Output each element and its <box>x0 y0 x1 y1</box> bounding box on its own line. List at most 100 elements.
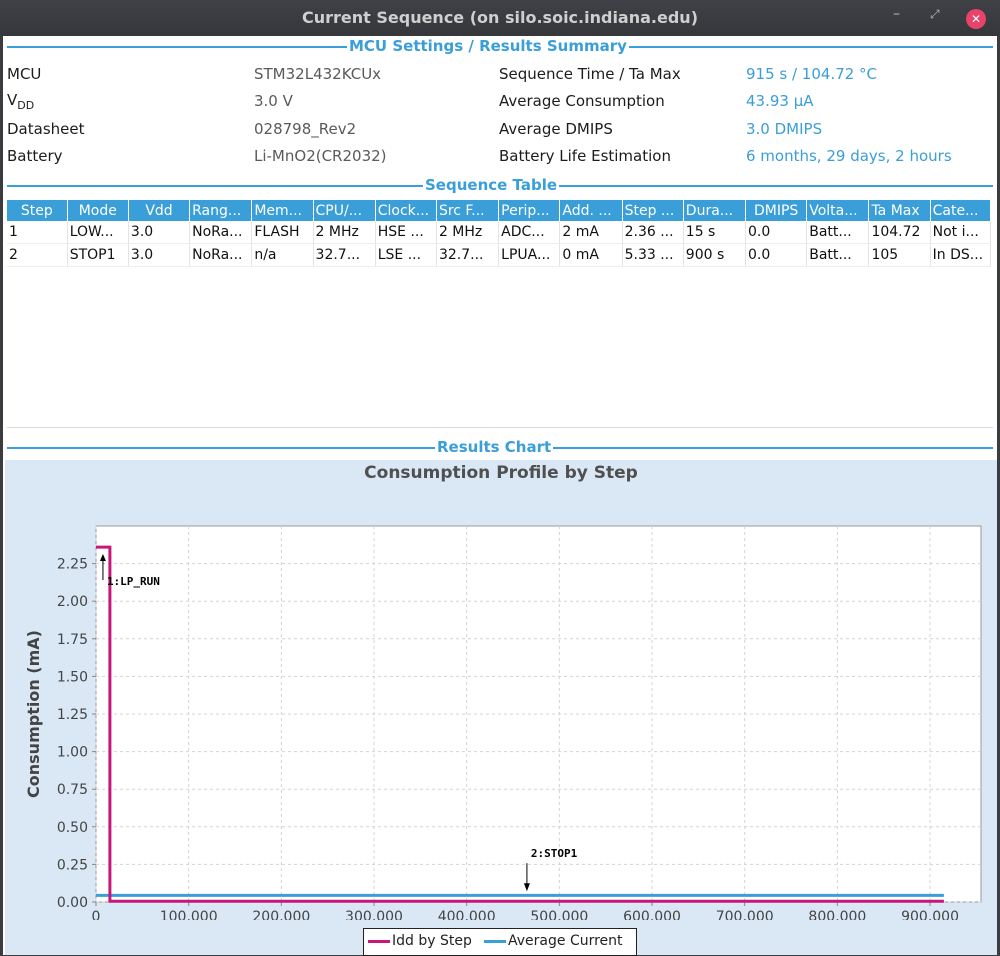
average-consumption-label: Average Consumption <box>499 92 665 110</box>
maximize-icon[interactable]: ⤢ <box>930 7 940 22</box>
x-tick-label: 400,000 <box>438 909 496 920</box>
column-header[interactable]: CPU/... <box>313 200 376 221</box>
close-icon[interactable]: ✕ <box>966 9 986 29</box>
average-dmips-value: 3.0 DMIPS <box>746 120 823 138</box>
y-tick-label: 0.50 <box>57 820 88 836</box>
table-cell[interactable]: 2 mA <box>559 221 623 244</box>
column-header[interactable]: Src F... <box>436 200 500 221</box>
column-header[interactable]: Clock... <box>375 200 437 221</box>
average-consumption-value: 43.93 µA <box>746 92 814 110</box>
table-cell[interactable]: LOW... <box>67 221 129 244</box>
x-tick-label: 300,000 <box>345 909 403 920</box>
table-cell[interactable]: 105 <box>868 243 931 267</box>
datasheet-label: Datasheet <box>7 120 85 138</box>
chart-panel: Consumption Profile by Step 0 100,000 200,… <box>5 460 997 956</box>
x-tick-label: 800,000 <box>808 909 866 920</box>
table-cell[interactable]: 15 s <box>683 221 747 244</box>
column-header[interactable]: Volta... <box>806 200 870 221</box>
table-cell[interactable]: 2 MHz <box>313 221 376 244</box>
table-cell[interactable]: n/a <box>251 243 314 267</box>
column-header[interactable]: Mem... <box>251 200 314 221</box>
table-cell[interactable]: Batt... <box>806 221 870 244</box>
legend-item-idd: Idd by Step <box>368 933 472 949</box>
y-axis-label: Consumption (mA) <box>24 630 43 798</box>
mcu-label: MCU <box>7 65 42 83</box>
table-row[interactable]: 1 LOW... 3.0 NoRa... FLASH 2 MHz HSE ...… <box>7 221 992 244</box>
x-tick-label: 700,000 <box>716 909 774 920</box>
sequence-table: Step Mode Vdd Rang... Mem... CPU/... Clo… <box>7 200 992 267</box>
table-cell[interactable]: 2.36 ... <box>622 221 684 244</box>
column-header[interactable]: Vdd <box>128 200 191 221</box>
legend-label-average: Average Current <box>508 933 623 949</box>
window-title: Current Sequence (on silo.soic.indiana.e… <box>301 8 698 27</box>
column-header[interactable]: Rang... <box>189 200 253 221</box>
table-cell[interactable]: LSE ... <box>375 243 437 267</box>
y-tick-label: 1.50 <box>57 669 88 685</box>
consumption-chart: 0 100,000 200,000 300,000 400,000 500,000 600,… <box>24 525 982 920</box>
table-cell[interactable]: ADC... <box>498 221 561 244</box>
column-header[interactable]: Step ... <box>622 200 684 221</box>
sequence-time-value: 915 s / 104.72 °C <box>746 65 878 83</box>
column-header[interactable]: Mode <box>67 200 129 221</box>
column-header[interactable]: Perip... <box>498 200 561 221</box>
table-cell[interactable]: NoRa... <box>189 221 253 244</box>
table-cell[interactable]: NoRa... <box>189 243 253 267</box>
table-cell[interactable]: 0.0 <box>745 221 808 244</box>
table-cell[interactable]: 2 <box>7 243 68 267</box>
table-area-border <box>7 427 993 428</box>
column-header[interactable]: Add. ... <box>559 200 623 221</box>
y-tick-label: 0.75 <box>57 782 88 798</box>
table-cell[interactable]: In DS... <box>930 243 992 267</box>
table-row[interactable]: 2 STOP1 3.0 NoRa... n/a 32.7... LSE ... … <box>7 243 992 267</box>
table-cell[interactable]: 32.7... <box>313 243 376 267</box>
table-cell[interactable]: HSE ... <box>375 221 437 244</box>
table-cell[interactable]: LPUA... <box>498 243 561 267</box>
annotation-step-1: 1:LP_RUN <box>107 575 160 588</box>
battery-life-label: Battery Life Estimation <box>499 147 671 165</box>
x-tick-label: 200,000 <box>252 909 310 920</box>
vdd-label: VDD <box>7 91 35 112</box>
minimize-icon[interactable]: – <box>893 6 900 22</box>
table-cell[interactable]: 3.0 <box>128 243 191 267</box>
column-header[interactable]: DMIPS <box>745 200 808 221</box>
table-cell[interactable]: 1 <box>7 221 68 244</box>
y-tick-label: 0.00 <box>57 895 88 911</box>
legend-swatch-average <box>484 939 506 943</box>
table-cell[interactable]: 900 s <box>683 243 747 267</box>
column-header[interactable]: Step <box>7 200 68 221</box>
annotation-step-2: 2:STOP1 <box>531 847 578 860</box>
column-header[interactable]: Cate... <box>930 200 992 221</box>
y-tick-label: 2.00 <box>57 594 88 610</box>
sequence-time-label: Sequence Time / Ta Max <box>499 65 681 83</box>
y-tick-label: 1.75 <box>57 632 88 648</box>
y-tick-label: 2.25 <box>57 557 88 573</box>
legend-item-average: Average Current <box>484 933 623 949</box>
table-cell[interactable]: Not i... <box>930 221 992 244</box>
legend-label-idd: Idd by Step <box>392 933 472 949</box>
table-cell[interactable]: 3.0 <box>128 221 191 244</box>
y-tick-label: 1.00 <box>57 745 88 761</box>
table-cell[interactable]: 104.72 <box>868 221 931 244</box>
table-cell[interactable]: 2 MHz <box>436 221 500 244</box>
vdd-value: 3.0 V <box>254 92 293 110</box>
column-header[interactable]: Dura... <box>683 200 747 221</box>
battery-life-value: 6 months, 29 days, 2 hours <box>746 147 952 165</box>
mcu-value: STM32L432KCUx <box>254 65 382 83</box>
y-tick-label: 0.25 <box>57 857 88 873</box>
column-header[interactable]: Ta Max <box>868 200 931 221</box>
x-tick-label: 900,000 <box>901 909 959 920</box>
table-section-title: Sequence Table <box>423 176 560 194</box>
table-cell[interactable]: 0 mA <box>559 243 623 267</box>
average-dmips-label: Average DMIPS <box>499 120 613 138</box>
table-cell[interactable]: 32.7... <box>436 243 500 267</box>
title-bar: Current Sequence (on silo.soic.indiana.e… <box>0 0 1000 36</box>
battery-value: Li-MnO2(CR2032) <box>254 147 387 165</box>
x-tick-label: 600,000 <box>623 909 681 920</box>
table-cell[interactable]: STOP1 <box>67 243 129 267</box>
table-cell[interactable]: 0.0 <box>745 243 808 267</box>
chart-section-title: Results Chart <box>435 438 554 456</box>
summary-section-title: MCU Settings / Results Summary <box>347 37 629 55</box>
table-cell[interactable]: FLASH <box>251 221 314 244</box>
table-cell[interactable]: 5.33 ... <box>622 243 684 267</box>
table-cell[interactable]: Batt... <box>806 243 870 267</box>
